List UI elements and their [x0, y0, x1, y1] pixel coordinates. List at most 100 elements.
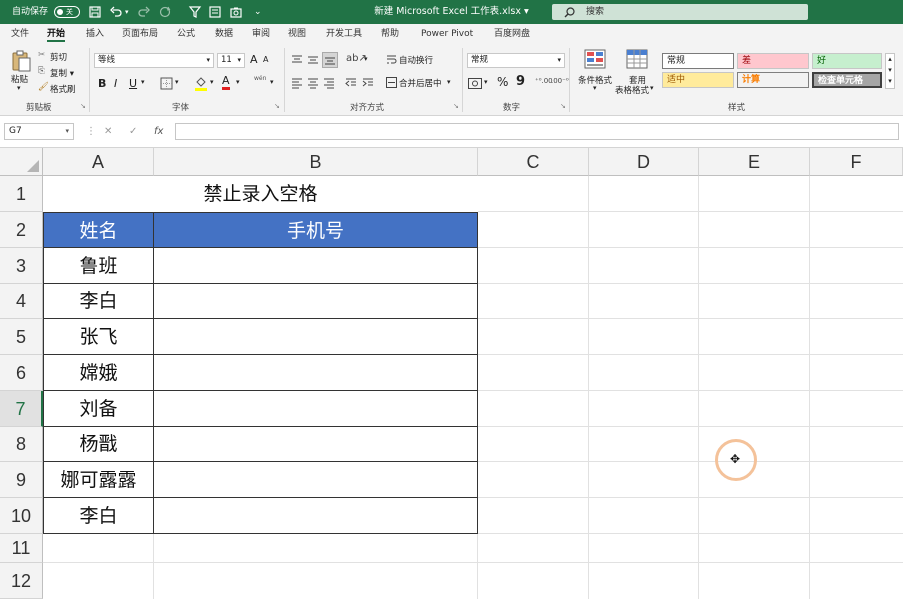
merge-center-icon[interactable] [386, 77, 397, 88]
tab-view[interactable]: 视图 [288, 24, 306, 44]
format-painter-icon[interactable]: 🖌 [38, 82, 49, 92]
row-header-7[interactable]: 7 [0, 391, 43, 427]
underline-dropdown-icon[interactable]: ▾ [141, 78, 145, 86]
format-as-table-label-2[interactable]: 表格格式 [615, 84, 649, 96]
merge-dropdown-icon[interactable]: ▾ [447, 78, 451, 86]
align-top-icon[interactable] [291, 54, 303, 66]
style-good[interactable]: 好 [812, 53, 882, 69]
cancel-icon[interactable]: ✕ [104, 123, 112, 140]
tab-help[interactable]: 帮助 [381, 24, 399, 44]
tab-file[interactable]: 文件 [11, 24, 29, 44]
conditional-formatting-dropdown-icon[interactable]: ▾ [593, 84, 597, 92]
header-cell-name[interactable]: 姓名 [43, 212, 154, 248]
wrap-text-label[interactable]: 自动换行 [399, 54, 433, 66]
clipboard-launcher-icon[interactable]: ↘ [80, 102, 86, 110]
tab-data[interactable]: 数据 [215, 24, 233, 44]
paste-icon[interactable] [10, 50, 32, 72]
row-header-4[interactable]: 4 [0, 284, 43, 319]
phone-cell[interactable] [154, 319, 478, 355]
tab-review[interactable]: 审阅 [252, 24, 270, 44]
column-header-c[interactable]: C [478, 148, 589, 176]
name-cell[interactable]: 杨戬 [43, 427, 154, 462]
align-middle-icon[interactable] [307, 54, 319, 66]
fill-color-dropdown-icon[interactable]: ▾ [210, 78, 214, 86]
merge-center-label[interactable]: 合并后居中 [399, 77, 442, 89]
shrink-font-button[interactable]: A [263, 55, 268, 64]
alignment-launcher-icon[interactable]: ↘ [453, 102, 459, 110]
fill-color-icon[interactable] [194, 76, 208, 91]
phone-cell[interactable] [154, 462, 478, 498]
name-cell[interactable]: 张飞 [43, 319, 154, 355]
italic-button[interactable]: I [114, 77, 117, 90]
tab-formulas[interactable]: 公式 [177, 24, 195, 44]
orientation-dropdown-icon[interactable]: ▾ [364, 55, 368, 63]
style-neutral[interactable]: 适中 [662, 72, 734, 88]
wrap-text-icon[interactable] [386, 54, 397, 65]
phone-cell[interactable] [154, 391, 478, 427]
tab-developer[interactable]: 开发工具 [326, 24, 362, 44]
accounting-dropdown-icon[interactable]: ▾ [484, 78, 488, 86]
row-header-11[interactable]: 11 [0, 534, 43, 563]
formula-bar-grip[interactable]: ⋮ [86, 123, 96, 140]
row-header-3[interactable]: 3 [0, 248, 43, 284]
font-launcher-icon[interactable]: ↘ [274, 102, 280, 110]
bold-button[interactable]: B [98, 77, 106, 90]
decrease-decimal-icon[interactable]: .00⁻⁰ [551, 77, 569, 85]
borders-icon[interactable] [160, 77, 173, 90]
cut-icon[interactable]: ✂ [38, 50, 45, 60]
row-header-6[interactable]: 6 [0, 355, 43, 391]
row-header-8[interactable]: 8 [0, 427, 43, 462]
name-cell[interactable]: 李白 [43, 284, 154, 319]
phone-cell[interactable] [154, 284, 478, 319]
align-left-icon[interactable] [291, 77, 303, 89]
align-center-icon[interactable] [307, 77, 319, 89]
name-cell[interactable]: 李白 [43, 498, 154, 534]
percent-button[interactable]: % [497, 75, 508, 89]
copy-icon[interactable]: ⎘ [38, 66, 45, 76]
paste-dropdown-icon[interactable]: ▾ [17, 84, 21, 92]
phonetic-dropdown-icon[interactable]: ▾ [270, 78, 274, 86]
header-cell-phone[interactable]: 手机号 [154, 212, 478, 248]
align-right-icon[interactable] [323, 77, 335, 89]
style-check-cell[interactable]: 检查单元格 [812, 72, 882, 88]
font-name-select[interactable]: 等线 ▾ [94, 53, 214, 68]
increase-indent-icon[interactable] [362, 77, 374, 89]
style-calculation[interactable]: 计算 [737, 72, 809, 88]
phonetic-guide-button[interactable]: wén [254, 75, 266, 82]
font-color-dropdown-icon[interactable]: ▾ [236, 78, 240, 86]
tab-page-layout[interactable]: 页面布局 [122, 24, 158, 44]
format-as-table-dropdown-icon[interactable]: ▾ [650, 84, 654, 92]
number-launcher-icon[interactable]: ↘ [560, 102, 566, 110]
style-normal[interactable]: 常规 [662, 53, 734, 69]
copy-label[interactable]: 复制 ▾ [50, 67, 74, 79]
column-header-b[interactable]: B [154, 148, 478, 176]
name-cell[interactable]: 刘备 [43, 391, 154, 427]
column-header-f[interactable]: F [810, 148, 903, 176]
tab-home[interactable]: 开始 [47, 24, 66, 44]
name-box[interactable]: G7 ▾ [4, 123, 74, 140]
column-header-d[interactable]: D [589, 148, 699, 176]
tab-insert[interactable]: 插入 [86, 24, 104, 44]
number-format-select[interactable]: 常规 ▾ [467, 53, 565, 68]
row-header-5[interactable]: 5 [0, 319, 43, 355]
name-cell[interactable]: 鲁班 [43, 248, 154, 284]
select-all-button[interactable] [0, 148, 43, 176]
tab-baidu-netdisk[interactable]: 百度网盘 [494, 24, 530, 44]
comma-style-button[interactable]: 9 [516, 74, 525, 89]
phone-cell[interactable] [154, 427, 478, 462]
style-bad[interactable]: 差 [737, 53, 809, 69]
format-painter-label[interactable]: 格式刷 [50, 83, 76, 95]
sheet-title-cell[interactable]: 禁止录入空格 [43, 176, 478, 212]
borders-dropdown-icon[interactable]: ▾ [175, 78, 179, 86]
accounting-format-icon[interactable] [468, 78, 482, 89]
row-header-9[interactable]: 9 [0, 462, 43, 498]
format-as-table-icon[interactable] [626, 49, 648, 69]
column-header-a[interactable]: A [43, 148, 154, 176]
decrease-indent-icon[interactable] [345, 77, 357, 89]
formula-input[interactable] [175, 123, 899, 140]
align-bottom-icon[interactable] [322, 52, 338, 68]
tab-power-pivot[interactable]: Power Pivot [421, 24, 473, 44]
phone-cell[interactable] [154, 355, 478, 391]
row-header-1[interactable]: 1 [0, 176, 43, 212]
phone-cell[interactable] [154, 248, 478, 284]
